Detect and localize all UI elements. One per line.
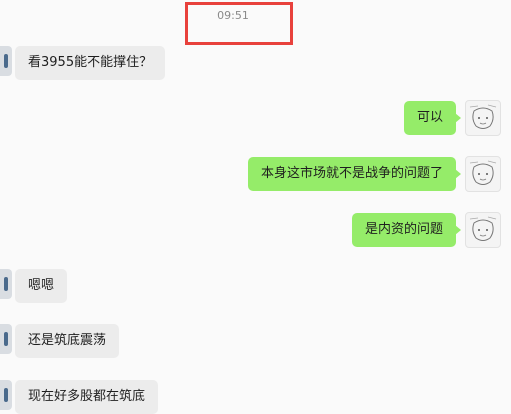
- message-bubble-outgoing[interactable]: 可以: [403, 101, 462, 135]
- user-avatar[interactable]: [465, 100, 501, 136]
- contact-avatar[interactable]: [0, 269, 12, 299]
- user-avatar[interactable]: [465, 156, 501, 192]
- user-avatar[interactable]: [465, 212, 501, 248]
- message-bubble-incoming[interactable]: 还是筑底震荡: [15, 324, 120, 358]
- message-bubble-incoming[interactable]: 现在好多股都在筑底: [15, 380, 159, 414]
- contact-avatar[interactable]: [0, 380, 12, 410]
- contact-avatar[interactable]: [0, 324, 12, 354]
- message-bubble-incoming[interactable]: 看3955能不能撑住？: [15, 46, 166, 80]
- timestamp-highlight-box: [185, 2, 293, 45]
- message-bubble-incoming[interactable]: 嗯嗯: [15, 269, 68, 303]
- sketch-avatar-icon: [469, 216, 497, 241]
- contact-avatar[interactable]: [0, 46, 12, 76]
- message-bubble-outgoing[interactable]: 本身这市场就不是战争的问题了: [247, 157, 462, 191]
- chat-window: 09:51 看3955能不能撑住？ 可以 本身这市场就不是战争的问题了 是内资的…: [0, 0, 511, 414]
- sketch-avatar-icon: [469, 160, 497, 185]
- sketch-avatar-icon: [469, 104, 497, 129]
- message-bubble-outgoing[interactable]: 是内资的问题: [351, 213, 462, 247]
